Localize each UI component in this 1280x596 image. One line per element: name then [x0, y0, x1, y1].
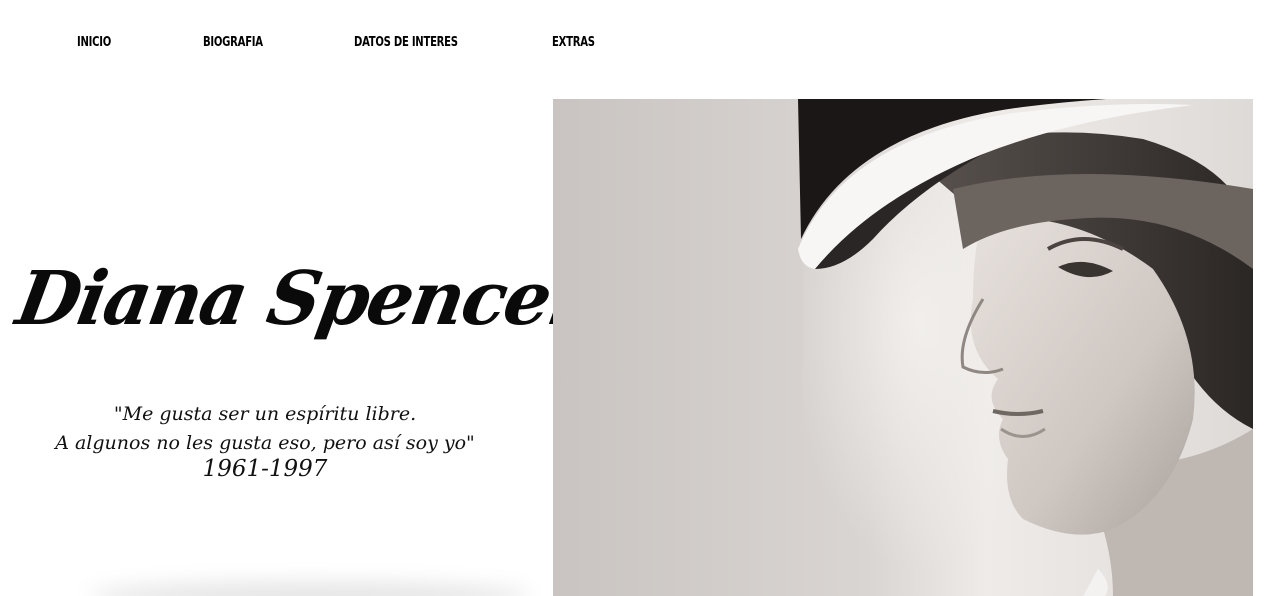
hero-title: Diana Spencer — [10, 256, 593, 342]
quote-line-1: "Me gusta ser un espíritu libre. — [113, 403, 417, 425]
nav-link-biografia[interactable]: BIOGRAFIA — [203, 35, 263, 50]
portrait-photo — [553, 99, 1253, 596]
life-years: 1961-1997 — [202, 456, 328, 482]
nav-link-extras[interactable]: EXTRAS — [552, 35, 595, 50]
portrait-icon — [798, 99, 1253, 596]
page: INICIO BIOGRAFIA DATOS DE INTERES EXTRAS… — [0, 0, 1280, 596]
main-nav: INICIO BIOGRAFIA DATOS DE INTERES EXTRAS — [0, 35, 700, 55]
quote-line-2: A algunos no les gusta eso, pero así soy… — [55, 432, 475, 454]
hero-quote: "Me gusta ser un espíritu libre. A algun… — [40, 400, 490, 458]
nav-link-inicio[interactable]: INICIO — [77, 35, 111, 50]
nav-link-datos-de-interes[interactable]: DATOS DE INTERES — [354, 35, 458, 50]
